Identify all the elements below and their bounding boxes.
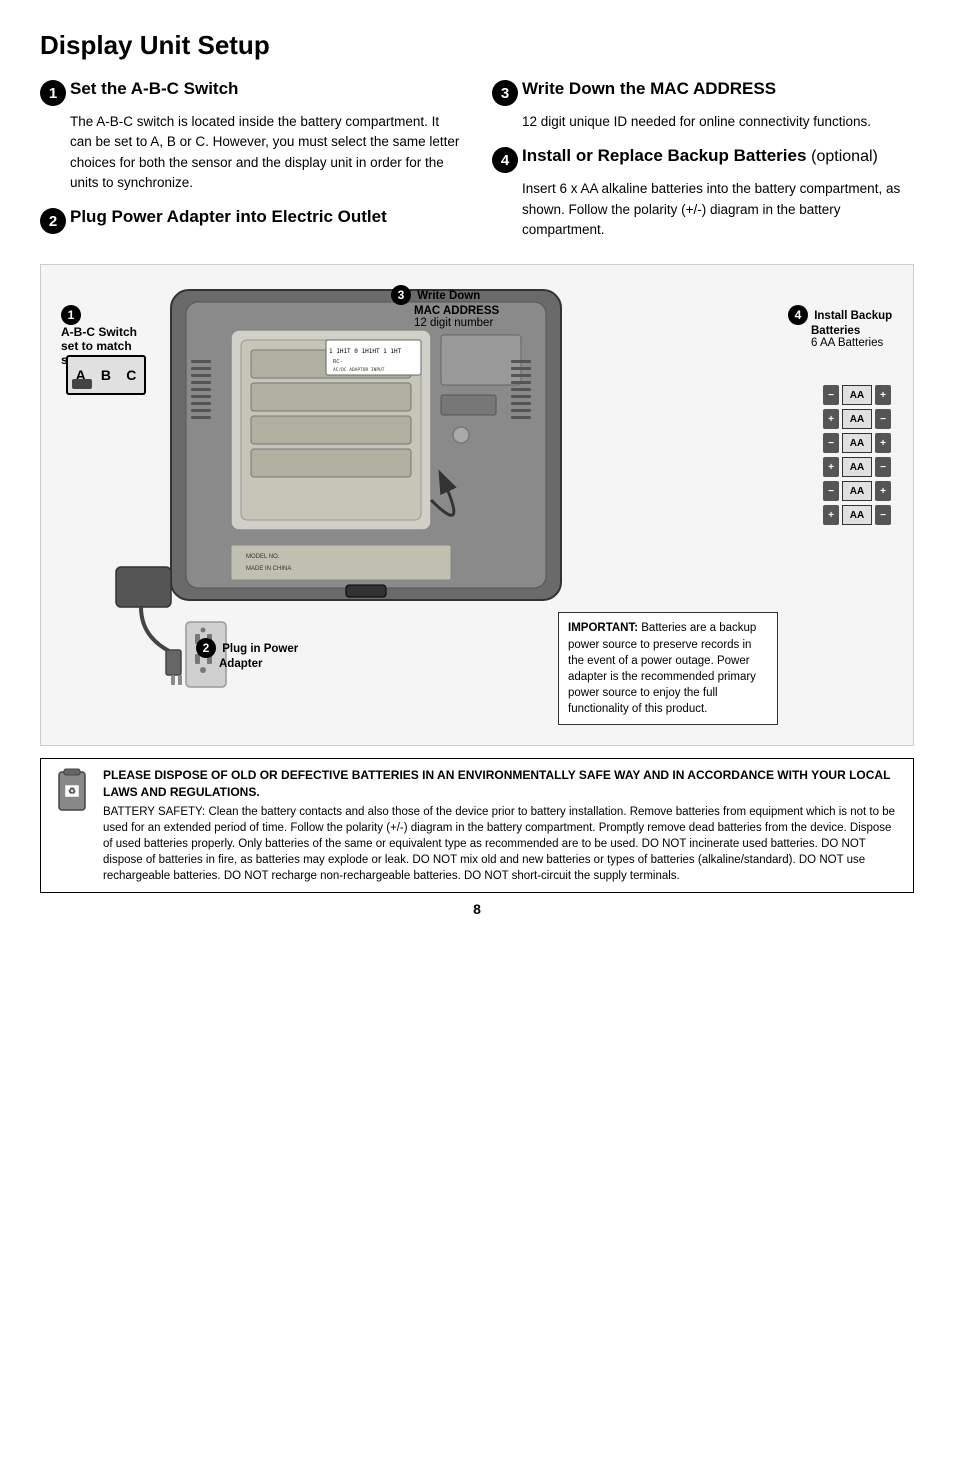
step4-circle: 4 (492, 147, 518, 173)
step1-body: The A-B-C switch is located inside the b… (70, 112, 462, 193)
abc-switch-box: ABC (66, 355, 146, 395)
power-adapter-area (111, 562, 231, 695)
step1-circle: 1 (40, 80, 66, 106)
step1-title: Set the A-B-C Switch (70, 79, 238, 99)
important-box: IMPORTANT: Batteries are a backup power … (558, 612, 778, 725)
step4-title: Install or Replace Backup Batteries (opt… (522, 146, 878, 166)
step2-title: Plug Power Adapter into Electric Outlet (70, 207, 387, 227)
recycling-icon: ♻ (51, 767, 91, 820)
svg-text:AC/DC ADAPTOR INPUT: AC/DC ADAPTOR INPUT (333, 367, 385, 373)
disposal-body: BATTERY SAFETY: Clean the battery contac… (103, 804, 903, 884)
step2-circle: 2 (40, 208, 66, 234)
disposal-title: PLEASE DISPOSE OF OLD OR DEFECTIVE BATTE… (103, 767, 903, 801)
disposal-section: ♻ PLEASE DISPOSE OF OLD OR DEFECTIVE BAT… (40, 758, 914, 893)
svg-text:MADE IN CHINA: MADE IN CHINA (246, 566, 291, 572)
battery-row-4: −AA+ (823, 481, 891, 501)
step3-circle: 3 (492, 80, 518, 106)
battery-row-5: +AA− (823, 505, 891, 525)
diagram-section: 1 A-B-C Switch set to match sensor ABC (40, 264, 914, 746)
svg-text:RC-: RC- (333, 359, 343, 365)
mac-callout: 3 Write Down MAC ADDRESS 12 digit number (391, 285, 501, 329)
page-number: 8 (40, 901, 914, 917)
svg-text:MODEL NO.: MODEL NO. (246, 554, 280, 560)
power-callout: 2 Plug in Power Adapter (196, 638, 298, 670)
svg-text:1 1H1T 0 1H1HT 1 1HT: 1 1H1T 0 1H1HT 1 1HT (329, 348, 402, 355)
step3-body: 12 digit unique ID needed for online con… (522, 112, 914, 132)
svg-text:♻: ♻ (68, 786, 76, 796)
page-title: Display Unit Setup (40, 30, 914, 61)
battery-row-2: −AA+ (823, 433, 891, 453)
battery-row-3: +AA− (823, 457, 891, 477)
battery-right-callout: 4 Install Backup Batteries 6 AA Batterie… (788, 305, 893, 349)
step4-body: Insert 6 x AA alkaline batteries into th… (522, 179, 914, 240)
battery-row-1: +AA− (823, 409, 891, 429)
battery-slots: −AA+ +AA− −AA+ +AA− −AA+ +AA− (823, 385, 891, 525)
battery-row-0: −AA+ (823, 385, 891, 405)
step3-title: Write Down the MAC ADDRESS (522, 79, 776, 99)
